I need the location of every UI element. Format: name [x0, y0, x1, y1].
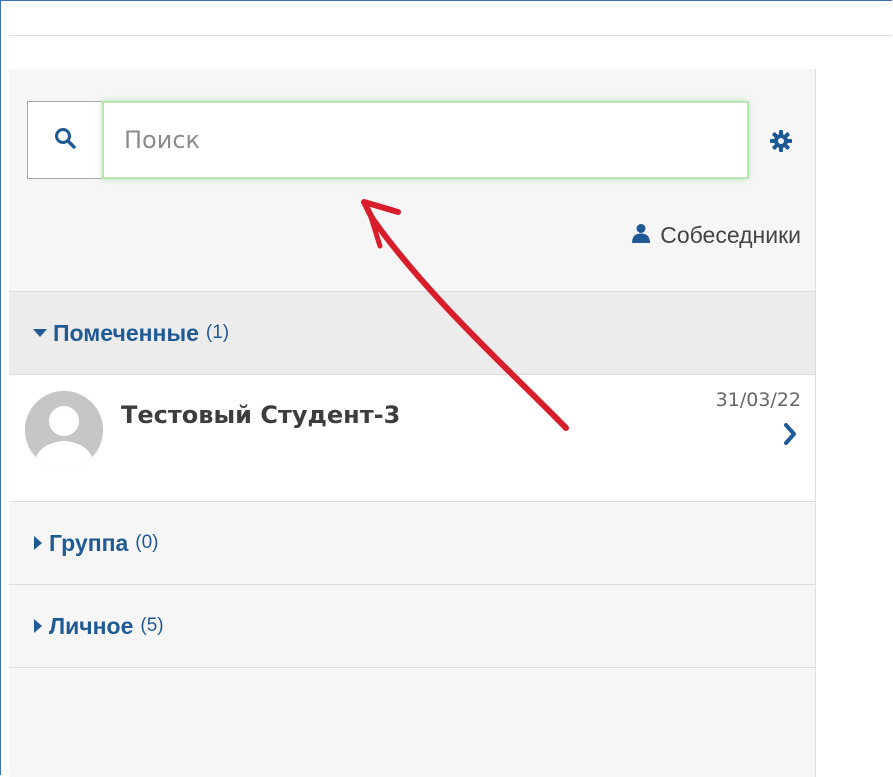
search-group	[27, 101, 749, 179]
gear-icon[interactable]	[769, 129, 793, 153]
content-area	[816, 69, 892, 775]
section-count: (1)	[205, 322, 230, 343]
section-count: (0)	[135, 532, 159, 553]
search-icon	[54, 127, 76, 153]
message-date: 31/03/22	[715, 389, 801, 411]
contact-name: Тестовый Студент-3	[121, 401, 401, 429]
user-icon	[632, 222, 651, 249]
section-count: (5)	[140, 615, 164, 636]
top-bar	[9, 35, 892, 70]
section-title: Помеченные	[53, 319, 199, 346]
conversation-item[interactable]: Тестовый Студент-3 31/03/22	[9, 375, 815, 502]
window-frame: Собеседники Помеченные (1) Тестовый Студ…	[0, 0, 892, 777]
search-addon	[27, 101, 102, 179]
contacts-label: Собеседники	[660, 222, 801, 248]
section-title: Личное	[49, 612, 134, 639]
section-title: Группа	[49, 529, 129, 556]
search-input[interactable]	[102, 101, 749, 179]
caret-down-icon	[33, 328, 47, 338]
contacts-link[interactable]: Собеседники	[632, 222, 801, 249]
caret-right-icon	[33, 619, 43, 633]
section-private-header[interactable]: Личное (5)	[9, 585, 815, 668]
messages-sidebar: Собеседники Помеченные (1) Тестовый Студ…	[9, 69, 816, 777]
section-group-header[interactable]: Группа (0)	[9, 502, 815, 585]
caret-right-icon	[33, 536, 43, 550]
avatar	[25, 391, 103, 469]
chevron-right-icon	[783, 423, 797, 449]
section-starred-header[interactable]: Помеченные (1)	[9, 291, 815, 375]
